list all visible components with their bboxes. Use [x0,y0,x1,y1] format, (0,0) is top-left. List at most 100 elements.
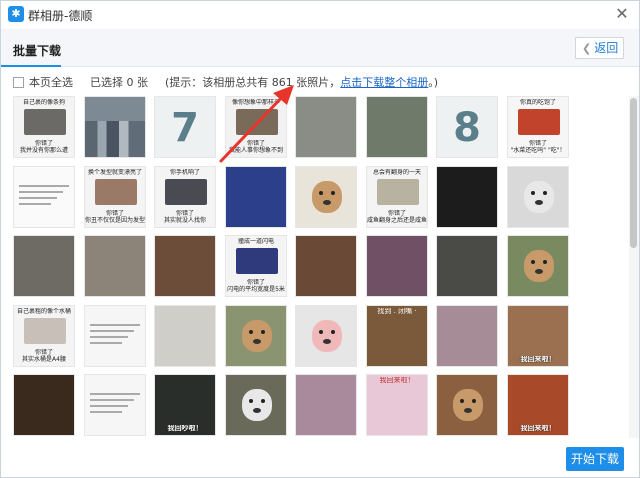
photo-thumbnail[interactable] [84,305,146,367]
photo-thumbnail[interactable] [84,235,146,297]
text-line-graphic [90,405,128,407]
selection-info-bar: 本页全选 已选择 0 张 (提示：该相册总共有 861 张照片，点击下载整个相册… [13,74,438,90]
photo-caption-top: 你手机响了 [169,169,200,176]
photo-thumbnail[interactable]: 我回吵啦！ [154,374,216,436]
photo-thumbnail[interactable]: 你真的吃饱了你错了 "水菜还吃吗" "吃"！ [507,96,569,158]
photo-inner-image [377,179,419,205]
text-line-graphic [90,393,140,395]
photo-thumbnail[interactable]: 像你想象中那样辛你错了 我能人事你想象不到 [225,96,287,158]
digit-graphic: 8 [453,105,481,151]
photo-caption-bottom: 你错了 咸鱼翻身之后还是咸鱼 [367,210,427,224]
photo-thumbnail[interactable]: 找到 . 闭嘴 · [366,305,428,367]
chevron-left-icon: ❮ [582,42,592,55]
photo-thumbnail[interactable]: 7 [154,96,216,158]
photo-caption-bottom: 你错了 其实水桶是A4腰 [22,349,66,363]
photo-thumbnail[interactable]: 我回来啦！ [507,305,569,367]
photo-thumbnail[interactable] [154,235,216,297]
photo-thumbnail[interactable] [436,305,498,367]
photo-thumbnail[interactable] [13,166,75,228]
batch-download-window: ✱ 群相册-德顺 ✕ 批量下载 ❮ 返回 本页全选 已选择 0 张 (提示：该相册… [0,0,640,478]
photo-thumbnail[interactable]: 你手机响了你错了 其实就没人找你 [154,166,216,228]
photo-thumbnail[interactable] [295,96,357,158]
photo-thumbnail[interactable] [225,305,287,367]
photo-thumbnail[interactable] [295,235,357,297]
photo-thumbnail[interactable]: 自己裹的像条狗你错了 我并没有你那么遭 [13,96,75,158]
photo-thumbnail[interactable]: 我回来啦！ [507,374,569,436]
photo-thumbnail[interactable] [436,166,498,228]
close-button[interactable]: ✕ [613,5,631,23]
photo-inner-image [24,109,66,135]
select-all-checkbox[interactable] [13,76,24,88]
photo-caption-bottom: 你错了 我并没有你那么遭 [19,140,68,154]
photo-thumbnail[interactable]: 撞成一道闪电你错了 闪电的平均宽度是5米 [225,235,287,297]
photo-caption-bottom: 你错了 其实就没人找你 [163,210,206,224]
title-bar: ✱ 群相册-德顺 ✕ [1,1,639,29]
start-download-button[interactable]: 开始下载 [566,447,624,471]
photo-caption-bottom: 你错了 "水菜还吃吗" "吃"！ [510,140,566,154]
photo-thumbnail[interactable] [436,374,498,436]
photo-thumbnail[interactable] [366,96,428,158]
text-line-graphic [19,191,63,193]
photo-thumbnail[interactable] [436,235,498,297]
text-line-graphic [90,330,134,332]
photo-caption-top: 总会有翻身的一天 [372,169,421,176]
dog-photo-icon [242,320,272,352]
photo-thumbnail[interactable] [295,374,357,436]
photo-thumbnail[interactable] [295,305,357,367]
photo-thumbnail[interactable] [295,166,357,228]
photo-caption-bottom: 你错了 闪电的平均宽度是5米 [227,279,285,293]
text-line-graphic [90,411,122,413]
text-line-graphic [19,197,57,199]
photo-caption-top: 你真的吃饱了 [519,99,556,106]
photo-thumbnail[interactable] [84,374,146,436]
photo-inner-image [236,248,278,274]
photo-thumbnail[interactable] [225,374,287,436]
husky-photo-icon [242,389,272,421]
photo-grid: 自己裹的像条狗你错了 我并没有你那么遭 7 像你想象中那样辛你错了 我能人事你想象不… [13,96,625,438]
photo-caption-top: 找到 . 闭嘴 · [377,308,417,315]
digit-graphic: 7 [171,105,199,151]
text-line-graphic [19,185,69,187]
photo-caption-bottom: 你错了 我能人事你想象不到 [228,140,283,154]
text-line-graphic [90,336,128,338]
photo-thumbnail[interactable] [13,235,75,297]
photo-caption-top: 撞成一道闪电 [237,238,274,245]
photo-caption-bottom: 我回吵啦！ [167,425,203,432]
select-all-label[interactable]: 本页全选 [29,76,73,89]
husky-photo-icon [524,181,554,213]
photo-thumbnail[interactable]: 自己裹粗的像个水桶 你错了 其实水桶是A4腰 [13,305,75,367]
photo-caption-top: 自己裹的像条狗 [22,99,65,106]
photo-thumbnail[interactable]: 8 [436,96,498,158]
city-photo-icon [85,121,145,157]
photo-caption-bottom: 我回来啦！ [520,356,556,363]
photo-thumbnail[interactable]: 总会有翻身的一天你错了 咸鱼翻身之后还是咸鱼 [366,166,428,228]
photo-inner-image [165,179,207,205]
text-line-graphic [90,342,122,344]
photo-thumbnail[interactable]: 换个发型就变漂亮了 你错了 你丑不仅仅是因为发型 [84,166,146,228]
photo-caption-bottom: 你错了 你丑不仅仅是因为发型 [85,210,145,224]
dog-photo-icon [524,250,554,282]
back-button-label: 返回 [594,41,619,55]
photo-thumbnail[interactable] [225,166,287,228]
photo-thumbnail[interactable] [84,96,146,158]
photo-thumbnail[interactable]: 我回来啦！ [366,374,428,436]
page-header: 批量下载 ❮ 返回 [1,29,639,67]
selected-count: 已选择 0 张 [90,76,148,89]
photo-thumbnail[interactable] [13,374,75,436]
photo-inner-image [95,179,137,205]
download-whole-album-link[interactable]: 点击下载整个相册 [340,76,428,89]
photo-caption-top: 像你想象中那样辛 [231,99,280,106]
vertical-scrollbar[interactable] [629,96,639,438]
photo-thumbnail[interactable] [507,166,569,228]
photo-thumbnail[interactable] [366,235,428,297]
photo-inner-image [236,109,278,135]
dog-photo-icon [312,181,342,213]
hint-prefix: (提示：该相册总共有 861 张照片， [165,76,341,89]
title-underline [1,65,61,67]
scrollbar-thumb[interactable] [630,98,637,248]
photo-thumbnail[interactable] [154,305,216,367]
photo-inner-image [518,109,560,135]
page-title: 批量下载 [13,44,62,58]
photo-thumbnail[interactable] [507,235,569,297]
back-button[interactable]: ❮ 返回 [575,37,624,59]
